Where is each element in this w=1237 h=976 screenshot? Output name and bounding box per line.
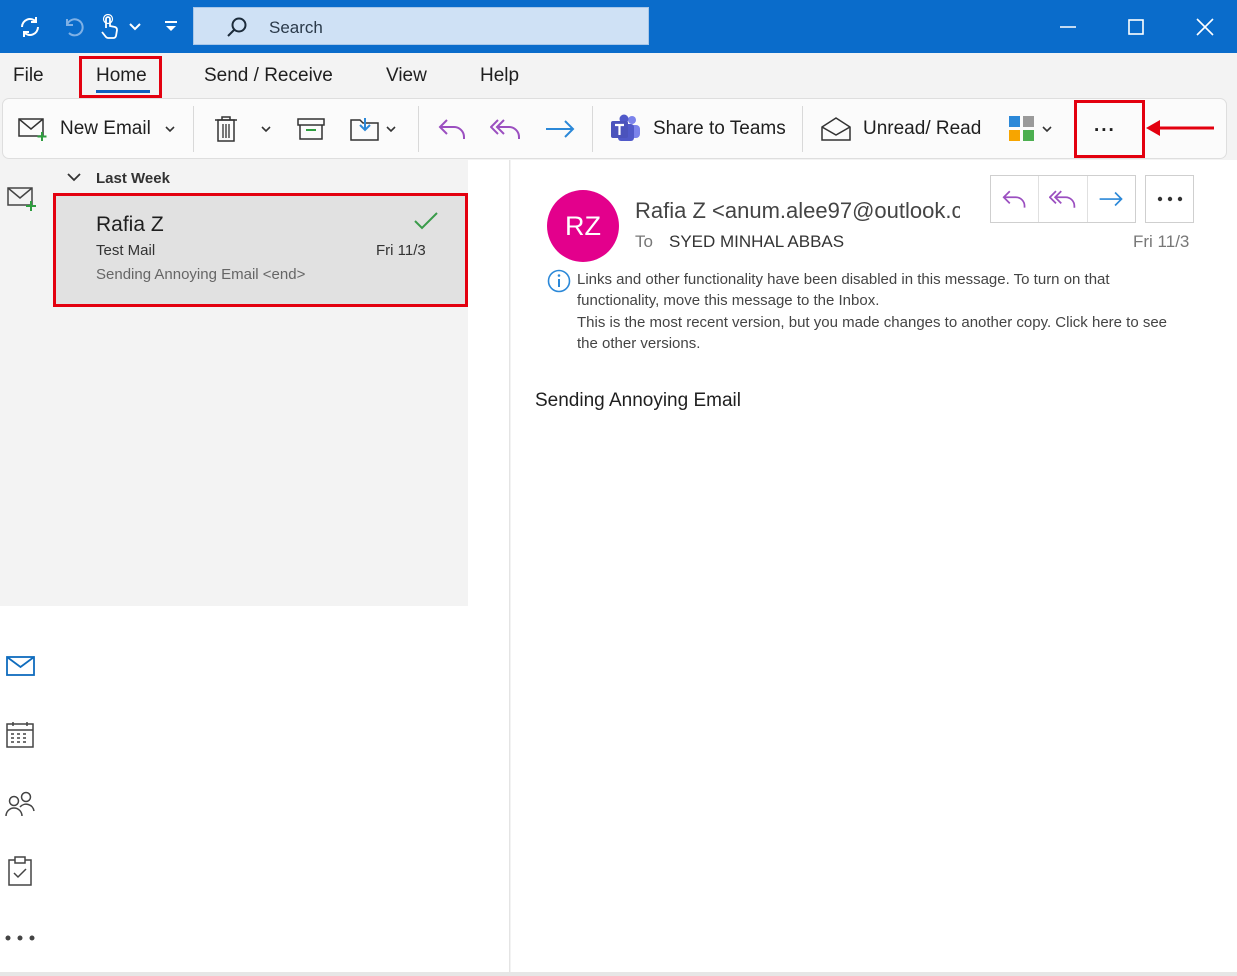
- forward-icon: [1098, 189, 1124, 209]
- trash-icon: [214, 115, 238, 143]
- forward-icon: [544, 117, 576, 141]
- minimize-icon[interactable]: [1033, 0, 1103, 53]
- reply-all-icon: [490, 116, 522, 142]
- chevron-down-icon[interactable]: [126, 10, 144, 44]
- new-email-icon: [18, 116, 48, 142]
- ribbon-separator: [802, 106, 803, 152]
- teams-icon: [610, 114, 642, 144]
- open-envelope-icon: [821, 116, 851, 142]
- calendar-icon[interactable]: [6, 721, 34, 749]
- chevron-down-icon[interactable]: [1042, 125, 1052, 133]
- archive-icon: [297, 117, 325, 141]
- unread-read-button[interactable]: Unread/ Read: [821, 112, 981, 146]
- share-to-teams-button[interactable]: Share to Teams: [610, 112, 786, 146]
- ribbon-separator: [193, 106, 194, 152]
- info-text-link[interactable]: the other versions.: [577, 335, 700, 352]
- highlight-box-home: [79, 56, 162, 98]
- search-icon: [226, 16, 248, 38]
- tab-send-receive[interactable]: Send / Receive: [204, 65, 333, 87]
- tab-file[interactable]: File: [13, 65, 44, 87]
- reply-icon: [438, 116, 468, 142]
- avatar[interactable]: RZ: [547, 190, 619, 262]
- close-icon[interactable]: [1170, 0, 1237, 53]
- received-date: Fri 11/3: [1133, 232, 1190, 251]
- recipient-name[interactable]: SYED MINHAL ABBAS: [669, 232, 844, 252]
- new-email-label: New Email: [60, 118, 151, 139]
- more-icon: [1157, 196, 1183, 202]
- more-apps-icon[interactable]: [4, 933, 38, 943]
- reply-button[interactable]: [991, 176, 1040, 222]
- ribbon-separator: [592, 106, 593, 152]
- highlight-box-message: [53, 193, 468, 307]
- status-bar: [0, 972, 1237, 976]
- ribbon-separator: [418, 106, 419, 152]
- new-message-rail-icon[interactable]: [6, 185, 38, 213]
- reply-all-button[interactable]: [490, 112, 522, 146]
- info-icon: [547, 269, 571, 293]
- info-text: functionality, move this message to the …: [577, 292, 880, 309]
- to-label: To: [635, 232, 653, 251]
- tasks-icon[interactable]: [7, 856, 33, 886]
- undo-icon[interactable]: [58, 10, 88, 44]
- more-actions-button[interactable]: [1145, 175, 1194, 223]
- categorize-button[interactable]: [1008, 112, 1052, 146]
- chevron-down-icon[interactable]: [165, 125, 175, 133]
- mail-icon[interactable]: [6, 655, 36, 677]
- touch-mode-icon[interactable]: [96, 10, 122, 44]
- info-text-link[interactable]: This is the most recent version, but you…: [577, 314, 1167, 331]
- categorize-icon: [1008, 115, 1036, 143]
- sender-address[interactable]: Rafia Z <anum.alee97@outlook.com>: [635, 198, 960, 228]
- maximize-icon[interactable]: [1101, 0, 1171, 53]
- archive-button[interactable]: [297, 112, 325, 146]
- new-email-button[interactable]: New Email: [18, 112, 175, 146]
- tab-help[interactable]: Help: [480, 65, 519, 87]
- info-text: Links and other functionality have been …: [577, 271, 1110, 288]
- share-to-teams-label: Share to Teams: [653, 118, 786, 139]
- reply-button[interactable]: [438, 112, 468, 146]
- group-header[interactable]: Last Week: [96, 170, 170, 187]
- menu-bar: [0, 53, 1237, 98]
- unread-read-label: Unread/ Read: [863, 118, 982, 139]
- reply-all-button[interactable]: [1039, 176, 1088, 222]
- tab-view[interactable]: View: [386, 65, 427, 87]
- search-input[interactable]: Search: [193, 7, 649, 45]
- people-icon[interactable]: [5, 790, 35, 818]
- sync-icon[interactable]: [14, 10, 46, 44]
- chevron-down-icon[interactable]: [386, 125, 396, 133]
- message-body: Sending Annoying Email: [535, 390, 741, 411]
- forward-button[interactable]: [544, 112, 576, 146]
- quick-actions: [990, 175, 1136, 223]
- arrow-pointer-icon: [1144, 118, 1216, 138]
- reply-all-icon: [1048, 187, 1077, 211]
- collapse-chevron-icon[interactable]: [67, 172, 81, 182]
- highlight-box-more: [1074, 100, 1145, 158]
- forward-button[interactable]: [1088, 176, 1135, 222]
- title-bar: Search: [0, 0, 1237, 53]
- delete-button[interactable]: [214, 112, 271, 146]
- reply-icon: [1002, 187, 1028, 211]
- chevron-down-icon[interactable]: [261, 125, 271, 133]
- search-placeholder: Search: [269, 18, 323, 37]
- move-to-folder-icon: [350, 116, 380, 142]
- customize-toolbar-icon[interactable]: [158, 10, 184, 44]
- move-button[interactable]: [350, 112, 396, 146]
